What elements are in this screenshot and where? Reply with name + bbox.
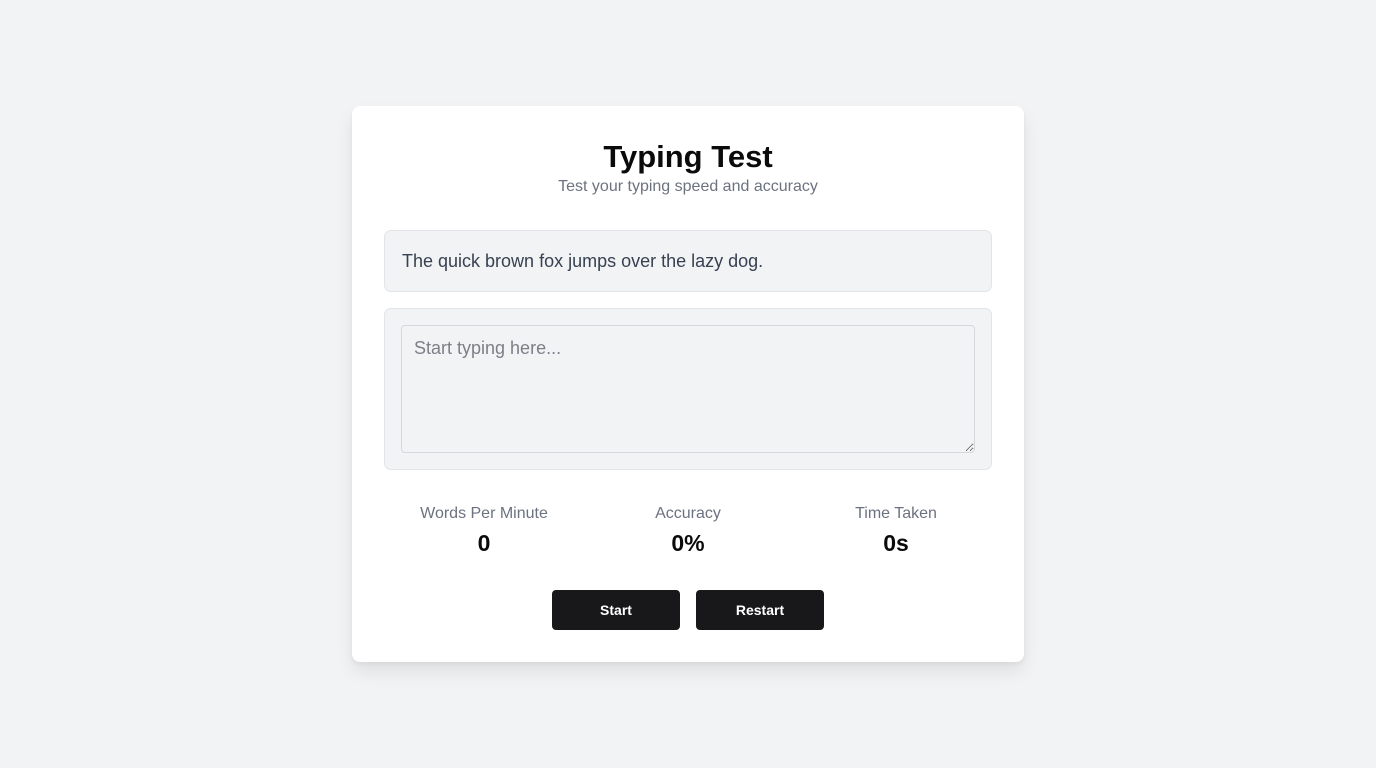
stat-accuracy-value: 0% xyxy=(671,530,705,556)
start-button[interactable]: Start xyxy=(552,590,680,630)
sample-text-box: The quick brown fox jumps over the lazy … xyxy=(384,230,992,292)
stat-accuracy: Accuracy 0% xyxy=(588,504,788,556)
restart-button[interactable]: Restart xyxy=(696,590,824,630)
stats-panel: Words Per Minute 0 Accuracy 0% Time Take… xyxy=(384,504,992,564)
stat-time-value: 0s xyxy=(883,530,909,556)
sample-text: The quick brown fox jumps over the lazy … xyxy=(402,250,764,271)
stat-accuracy-label: Accuracy xyxy=(655,505,721,522)
typing-test-card: Typing Test Test your typing speed and a… xyxy=(352,106,1024,662)
stat-time: Time Taken 0s xyxy=(796,504,996,556)
stat-wpm-label: Words Per Minute xyxy=(420,505,548,522)
typing-input-container xyxy=(384,308,992,470)
page-subtitle: Test your typing speed and accuracy xyxy=(558,178,818,195)
page-title: Typing Test xyxy=(603,139,773,174)
action-buttons: Start Restart xyxy=(552,590,824,630)
stat-wpm-value: 0 xyxy=(477,530,491,556)
typing-input[interactable] xyxy=(401,325,975,453)
stat-time-label: Time Taken xyxy=(855,505,937,522)
stat-wpm: Words Per Minute 0 xyxy=(384,504,584,556)
